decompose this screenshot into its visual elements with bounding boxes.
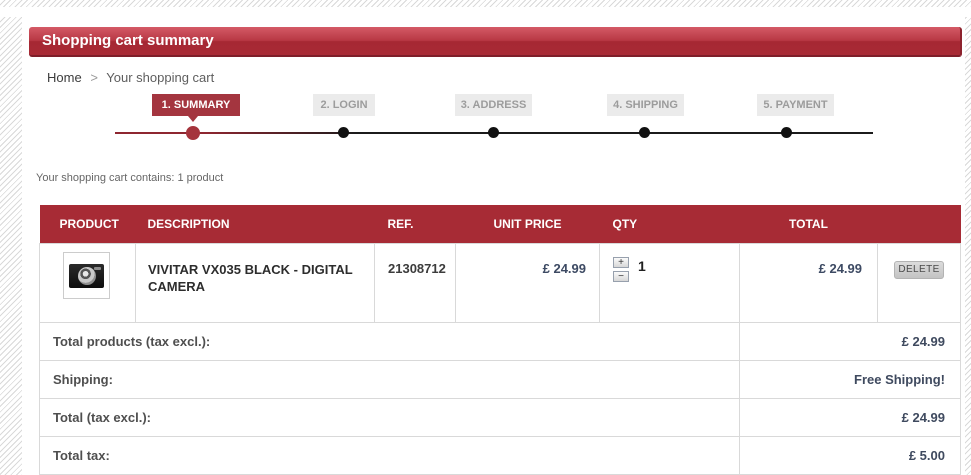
- product-ref: 21308712: [374, 242, 456, 323]
- total-tax-excl-value: £ 24.99: [739, 397, 961, 437]
- camera-icon: [69, 263, 104, 288]
- header-product: PRODUCT: [39, 205, 136, 243]
- breadcrumb-current: Your shopping cart: [106, 70, 215, 85]
- page-gap-strip: [0, 7, 971, 17]
- header-ref: REF.: [374, 205, 456, 243]
- table-header-row: PRODUCT DESCRIPTION REF. UNIT PRICE QTY …: [39, 205, 961, 243]
- shipping-value: Free Shipping!: [739, 359, 961, 399]
- total-tax-value: £ 5.00: [739, 435, 961, 475]
- header-description: DESCRIPTION: [135, 205, 375, 243]
- product-qty-cell: + − 1: [599, 242, 740, 323]
- qty-decrease-button[interactable]: −: [613, 270, 629, 282]
- product-image[interactable]: [63, 251, 110, 299]
- delete-button[interactable]: DELETE: [894, 260, 944, 279]
- total-products-value: £ 24.99: [739, 321, 961, 361]
- product-description-link[interactable]: VIVITAR VX035 BLACK - DIGITAL CAMERA: [135, 242, 375, 323]
- product-qty-value: 1: [638, 257, 646, 274]
- step-dot-address: [488, 127, 499, 138]
- breadcrumb-separator: >: [90, 70, 98, 85]
- active-step-pointer: [188, 116, 198, 122]
- header-unit-price: UNIT PRICE: [455, 205, 600, 243]
- page-title-bar: Shopping cart summary: [29, 27, 962, 57]
- product-image-cell: [39, 242, 136, 323]
- cart-summary-panel: Shopping cart summary Home > Your shoppi…: [22, 17, 965, 475]
- step-login[interactable]: 2. LOGIN: [313, 94, 375, 116]
- cart-table: PRODUCT DESCRIPTION REF. UNIT PRICE QTY …: [39, 205, 961, 475]
- total-tax-excl-label: Total (tax excl.):: [39, 397, 740, 437]
- shipping-row: Shipping: Free Shipping!: [39, 359, 961, 399]
- product-total-price: £ 24.99: [739, 242, 878, 323]
- step-summary[interactable]: 1. SUMMARY: [152, 94, 240, 116]
- step-dot-login: [338, 127, 349, 138]
- step-dot-shipping: [639, 127, 650, 138]
- step-payment[interactable]: 5. PAYMENT: [757, 94, 834, 116]
- breadcrumb-home-link[interactable]: Home: [47, 70, 82, 85]
- delete-cell: DELETE: [877, 242, 961, 323]
- total-products-label: Total products (tax excl.):: [39, 321, 740, 361]
- header-qty: QTY: [599, 205, 740, 243]
- total-tax-row: Total tax: £ 5.00: [39, 435, 961, 475]
- total-tax-label: Total tax:: [39, 435, 740, 475]
- page-title: Shopping cart summary: [42, 32, 214, 49]
- cart-product-row: VIVITAR VX035 BLACK - DIGITAL CAMERA 213…: [39, 242, 961, 323]
- breadcrumb: Home > Your shopping cart: [47, 70, 214, 85]
- step-dot-summary: [186, 126, 200, 140]
- cart-contains-text: Your shopping cart contains: 1 product: [36, 172, 224, 184]
- total-products-row: Total products (tax excl.): £ 24.99: [39, 321, 961, 361]
- header-total: TOTAL: [739, 205, 878, 243]
- total-tax-excl-row: Total (tax excl.): £ 24.99: [39, 397, 961, 437]
- qty-increase-button[interactable]: +: [613, 256, 629, 268]
- step-address[interactable]: 3. ADDRESS: [455, 94, 532, 116]
- product-unit-price: £ 24.99: [455, 242, 600, 323]
- camera-flash: [94, 266, 101, 270]
- header-empty: [877, 205, 961, 243]
- step-shipping[interactable]: 4. SHIPPING: [607, 94, 684, 116]
- step-dot-payment: [781, 127, 792, 138]
- shipping-label: Shipping:: [39, 359, 740, 399]
